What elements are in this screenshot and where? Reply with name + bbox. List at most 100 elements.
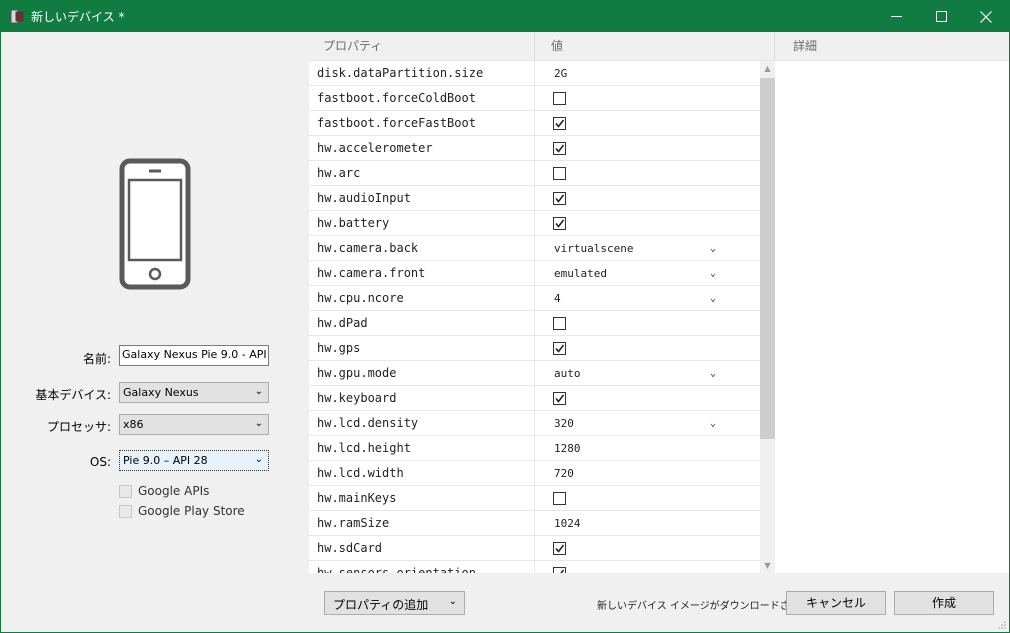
property-row[interactable]: hw.keyboard bbox=[309, 386, 760, 411]
chevron-down-icon: ⌄ bbox=[448, 596, 457, 607]
property-checkbox[interactable] bbox=[553, 142, 566, 155]
close-button[interactable] bbox=[963, 1, 1009, 32]
vertical-scrollbar[interactable]: ▲ ▼ bbox=[760, 61, 775, 573]
property-row[interactable]: hw.mainKeys bbox=[309, 486, 760, 511]
property-name: fastboot.forceColdBoot bbox=[309, 86, 535, 111]
property-value-cell[interactable]: 320 ⌄ bbox=[535, 411, 760, 436]
property-value-cell[interactable]: 4 ⌄ bbox=[535, 286, 760, 311]
property-checkbox[interactable] bbox=[553, 217, 566, 230]
property-name: hw.lcd.width bbox=[309, 461, 535, 486]
property-value-cell[interactable]: emulated ⌄ bbox=[535, 261, 760, 286]
minimize-button[interactable] bbox=[873, 1, 919, 32]
scrollbar-thumb[interactable] bbox=[760, 78, 775, 439]
property-value-cell[interactable] bbox=[535, 561, 760, 573]
property-value-cell[interactable]: 1024 bbox=[535, 511, 760, 536]
property-value-cell[interactable]: virtualscene ⌄ bbox=[535, 236, 760, 261]
phone-icon bbox=[119, 158, 191, 290]
scroll-up-icon[interactable]: ▲ bbox=[760, 61, 775, 76]
property-row[interactable]: hw.audioInput bbox=[309, 186, 760, 211]
base-device-select[interactable]: Galaxy Nexus ⌄ bbox=[119, 382, 269, 403]
property-row[interactable]: hw.gpu.mode auto ⌄ bbox=[309, 361, 760, 386]
property-value-cell[interactable] bbox=[535, 86, 760, 111]
name-input[interactable]: Galaxy Nexus Pie 9.0 - API 28 bbox=[119, 345, 269, 366]
property-value-cell[interactable] bbox=[535, 211, 760, 236]
checkmark-icon bbox=[555, 194, 565, 203]
chevron-down-icon: ⌄ bbox=[254, 418, 263, 429]
property-value-cell[interactable] bbox=[535, 136, 760, 161]
processor-select[interactable]: x86 ⌄ bbox=[119, 414, 269, 435]
add-property-dropdown[interactable]: プロパティの追加 ⌄ bbox=[324, 591, 465, 615]
property-row[interactable]: hw.battery bbox=[309, 211, 760, 236]
property-checkbox[interactable] bbox=[553, 117, 566, 130]
column-header-property[interactable]: プロパティ bbox=[309, 32, 535, 61]
chevron-down-icon: ⌄ bbox=[254, 454, 263, 465]
create-button[interactable]: 作成 bbox=[894, 591, 994, 615]
property-value-cell[interactable] bbox=[535, 386, 760, 411]
property-row[interactable]: hw.cpu.ncore 4 ⌄ bbox=[309, 286, 760, 311]
property-row[interactable]: hw.camera.front emulated ⌄ bbox=[309, 261, 760, 286]
chevron-down-icon[interactable]: ⌄ bbox=[710, 286, 716, 311]
property-name: hw.gpu.mode bbox=[309, 361, 535, 386]
resize-grip-icon[interactable] bbox=[997, 620, 1007, 630]
google-play-checkbox[interactable]: Google Play Store bbox=[119, 503, 245, 519]
google-play-label: Google Play Store bbox=[138, 504, 245, 518]
property-checkbox[interactable] bbox=[553, 542, 566, 555]
property-checkbox[interactable] bbox=[553, 492, 566, 505]
property-row[interactable]: hw.lcd.density 320 ⌄ bbox=[309, 411, 760, 436]
property-checkbox[interactable] bbox=[553, 167, 566, 180]
grid-header: プロパティ 値 bbox=[309, 32, 775, 61]
google-apis-checkbox[interactable]: Google APIs bbox=[119, 483, 209, 499]
property-row[interactable]: hw.arc bbox=[309, 161, 760, 186]
chevron-down-icon[interactable]: ⌄ bbox=[710, 361, 716, 386]
property-row[interactable]: hw.camera.back virtualscene ⌄ bbox=[309, 236, 760, 261]
property-checkbox[interactable] bbox=[553, 92, 566, 105]
property-name: hw.gps bbox=[309, 336, 535, 361]
property-value-cell[interactable] bbox=[535, 536, 760, 561]
scroll-down-icon[interactable]: ▼ bbox=[760, 558, 775, 573]
chevron-down-icon[interactable]: ⌄ bbox=[710, 411, 716, 436]
property-checkbox[interactable] bbox=[553, 317, 566, 330]
chevron-down-icon[interactable]: ⌄ bbox=[710, 236, 716, 261]
property-checkbox[interactable] bbox=[553, 192, 566, 205]
property-name: hw.camera.front bbox=[309, 261, 535, 286]
column-header-value[interactable]: 値 bbox=[535, 32, 775, 61]
name-label: 名前: bbox=[82, 352, 111, 366]
property-name: hw.accelerometer bbox=[309, 136, 535, 161]
property-row[interactable]: hw.lcd.width 720 bbox=[309, 461, 760, 486]
property-row[interactable]: hw.sdCard bbox=[309, 536, 760, 561]
property-row[interactable]: hw.ramSize 1024 bbox=[309, 511, 760, 536]
os-select[interactable]: Pie 9.0 – API 28 ⌄ bbox=[119, 450, 269, 471]
property-value-cell[interactable] bbox=[535, 486, 760, 511]
property-value-cell[interactable]: auto ⌄ bbox=[535, 361, 760, 386]
property-row[interactable]: hw.gps bbox=[309, 336, 760, 361]
property-checkbox[interactable] bbox=[553, 392, 566, 405]
property-value-cell[interactable] bbox=[535, 161, 760, 186]
property-value-cell[interactable] bbox=[535, 336, 760, 361]
property-row[interactable]: disk.dataPartition.size 2G bbox=[309, 61, 760, 86]
property-value-cell[interactable]: 2G bbox=[535, 61, 760, 86]
processor-label: プロセッサ: bbox=[46, 420, 111, 434]
property-value: 1024 bbox=[554, 517, 581, 530]
property-value-cell[interactable] bbox=[535, 111, 760, 136]
google-apis-label: Google APIs bbox=[138, 484, 210, 498]
property-row[interactable]: hw.lcd.height 1280 bbox=[309, 436, 760, 461]
property-value-cell[interactable] bbox=[535, 311, 760, 336]
property-row[interactable]: hw.dPad bbox=[309, 311, 760, 336]
property-row[interactable]: fastboot.forceColdBoot bbox=[309, 86, 760, 111]
property-checkbox[interactable] bbox=[553, 567, 566, 573]
chevron-down-icon[interactable]: ⌄ bbox=[710, 261, 716, 286]
title-bar[interactable]: 新しいデバイス * bbox=[1, 1, 1009, 32]
minimize-icon bbox=[890, 16, 902, 17]
property-value-cell[interactable] bbox=[535, 186, 760, 211]
property-row[interactable]: fastboot.forceFastBoot bbox=[309, 111, 760, 136]
property-checkbox[interactable] bbox=[553, 342, 566, 355]
property-value-cell[interactable]: 1280 bbox=[535, 436, 760, 461]
maximize-button[interactable] bbox=[918, 1, 964, 32]
base-device-value: Galaxy Nexus bbox=[123, 386, 199, 399]
property-value-cell[interactable]: 720 bbox=[535, 461, 760, 486]
property-row[interactable]: hw.accelerometer bbox=[309, 136, 760, 161]
property-value: 1280 bbox=[554, 442, 581, 455]
property-name: hw.ramSize bbox=[309, 511, 535, 536]
cancel-button[interactable]: キャンセル bbox=[786, 591, 886, 615]
property-row[interactable]: hw.sensors.orientation bbox=[309, 561, 760, 573]
